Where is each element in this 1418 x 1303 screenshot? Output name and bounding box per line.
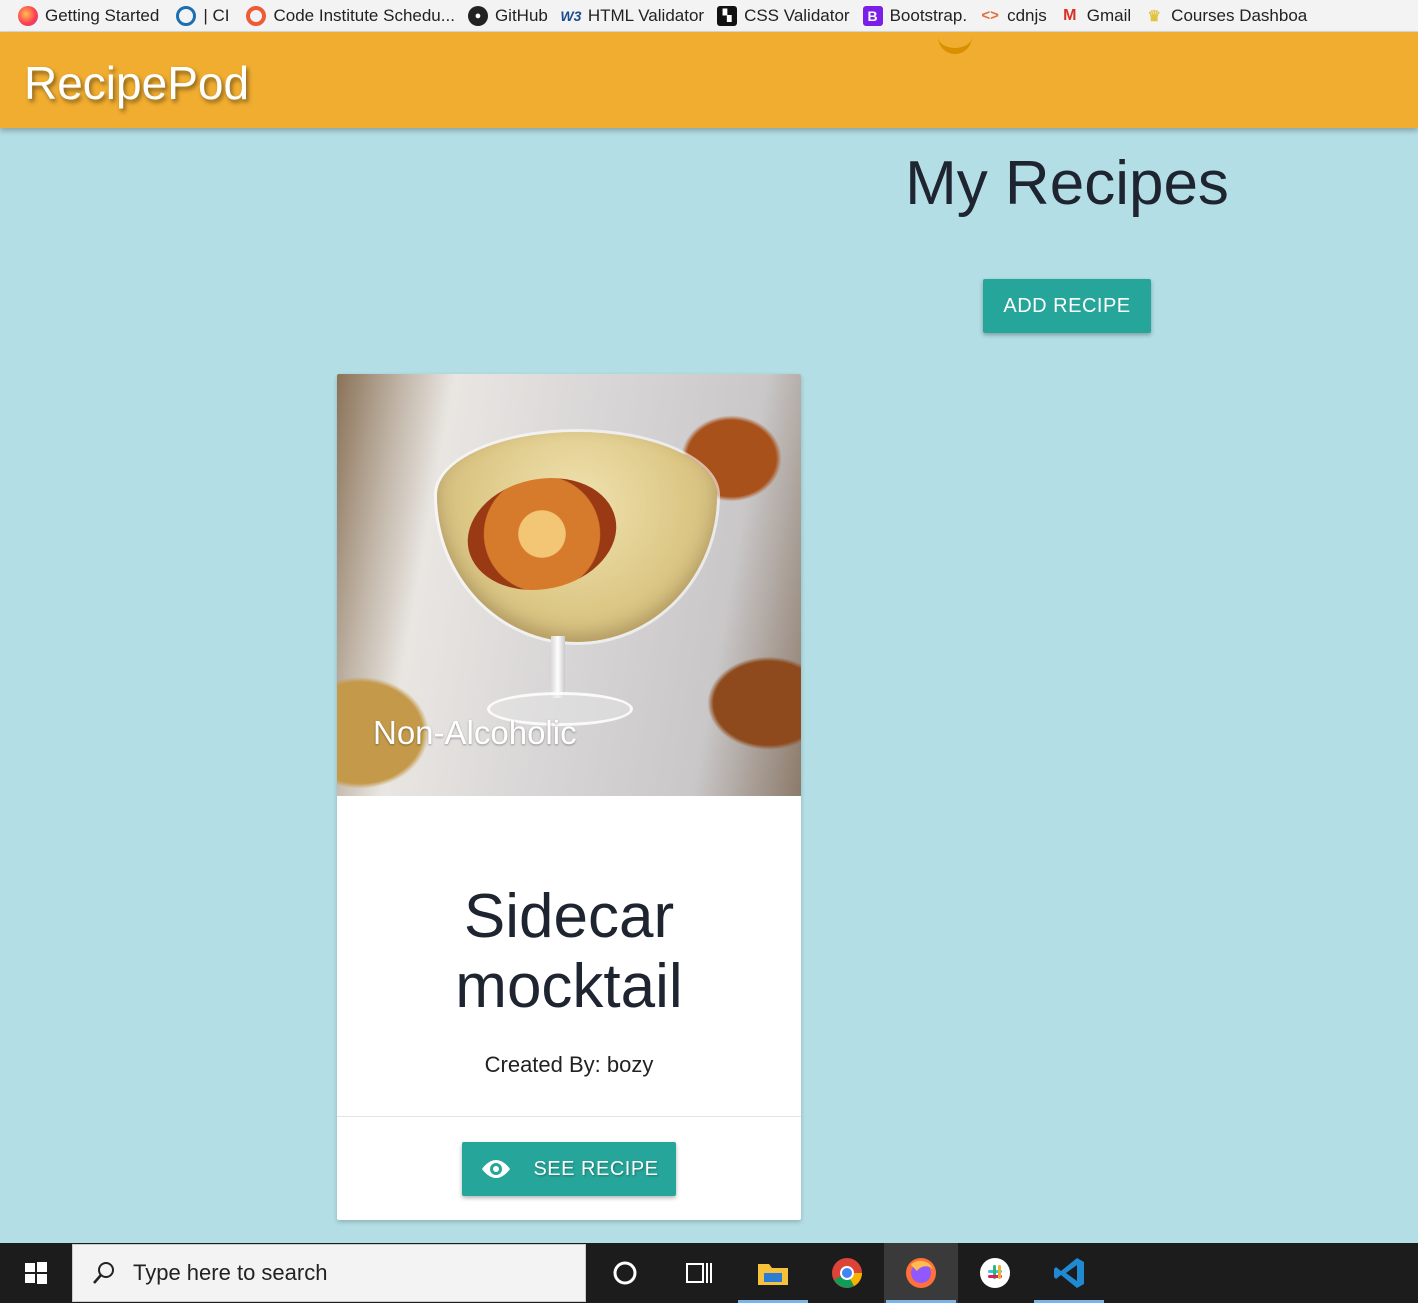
bookmark-label: Getting Started [45,5,160,25]
cortana-icon[interactable] [588,1243,662,1303]
code-institute-icon [246,5,267,26]
bookmark-label: Gmail [1086,5,1132,25]
bootstrap-icon: B [862,5,883,26]
page-title: My Recipes [905,149,1229,218]
slack-icon[interactable] [958,1243,1032,1303]
recipe-card: Non-Alcoholic Sidecar mocktail Created B… [337,374,801,1220]
bookmark-gmail[interactable]: M Gmail [1056,6,1140,26]
bookmarks-bar: Getting Started | CI Code Institute Sche… [0,0,1418,32]
github-icon: ● [467,5,488,26]
recipe-title: Sidecar mocktail [337,882,801,1022]
taskbar-search-input[interactable]: Type here to search [72,1244,586,1302]
bookmark-label: Code Institute Schedu... [273,5,455,25]
bookmark-css-validator[interactable]: ▚ CSS Validator [713,5,859,26]
card-divider [337,1116,801,1117]
recipe-author: Created By: bozy [484,1052,654,1077]
see-recipe-button[interactable]: SEE RECIPE [462,1142,676,1196]
recipe-title-line: mocktail [455,952,683,1021]
eye-icon [479,1157,513,1181]
bookmark-label: Bootstrap. [889,5,968,25]
windows-taskbar: Type here to search [0,1243,1418,1303]
task-view-icon[interactable] [662,1243,736,1303]
cdnjs-icon: <> [981,7,999,24]
recipe-image: Non-Alcoholic [337,374,801,796]
firefox-taskbar-icon[interactable] [884,1243,958,1303]
ring-icon [176,5,197,26]
bookmark-label: cdnjs [1007,5,1047,25]
bookmark-label: HTML Validator [587,5,705,25]
gmail-icon: M [1063,6,1077,24]
glass-stem-illustration [551,636,565,698]
bookmark-label: CSS Validator [744,5,850,25]
bookmark-label: | CI [203,5,230,25]
bookmark-label: GitHub [494,5,548,25]
w3c-icon: W3 [560,7,582,24]
bookmark-github[interactable]: ● GitHub [464,5,557,26]
add-recipe-button[interactable]: ADD RECIPE [983,279,1151,333]
brand-logo[interactable]: RecipePod [24,56,249,110]
navbar: RecipePod [0,32,1418,128]
bookmark-label: Courses Dashboa [1171,5,1308,25]
recipe-category: Non-Alcoholic [373,714,577,751]
decorative-swash [938,32,972,54]
recipe-title-line: Sidecar [463,882,675,951]
windows-start-button[interactable] [0,1243,72,1303]
see-recipe-label: SEE RECIPE [533,1157,659,1180]
windows-logo-icon [25,1262,47,1284]
bookmark-html-validator[interactable]: W3 HTML Validator [557,6,713,26]
bookmark-ci[interactable]: | CI [168,5,238,26]
file-explorer-icon[interactable] [736,1243,810,1303]
vscode-icon[interactable] [1032,1243,1106,1303]
search-icon [93,1262,114,1284]
crown-icon: ♛ [1147,7,1161,25]
bookmark-code-institute-schedule[interactable]: Code Institute Schedu... [238,5,463,26]
bookmark-courses-dashboard[interactable]: ♛ Courses Dashboa [1140,6,1316,26]
search-placeholder: Type here to search [133,1260,328,1285]
chrome-icon[interactable] [810,1243,884,1303]
bookmark-cdnjs[interactable]: <> cdnjs [976,6,1056,26]
firefox-icon [18,5,38,26]
css-validator-icon: ▚ [717,5,738,26]
bookmark-bootstrap[interactable]: B Bootstrap. [859,5,977,26]
bookmark-getting-started[interactable]: Getting Started [0,5,168,26]
